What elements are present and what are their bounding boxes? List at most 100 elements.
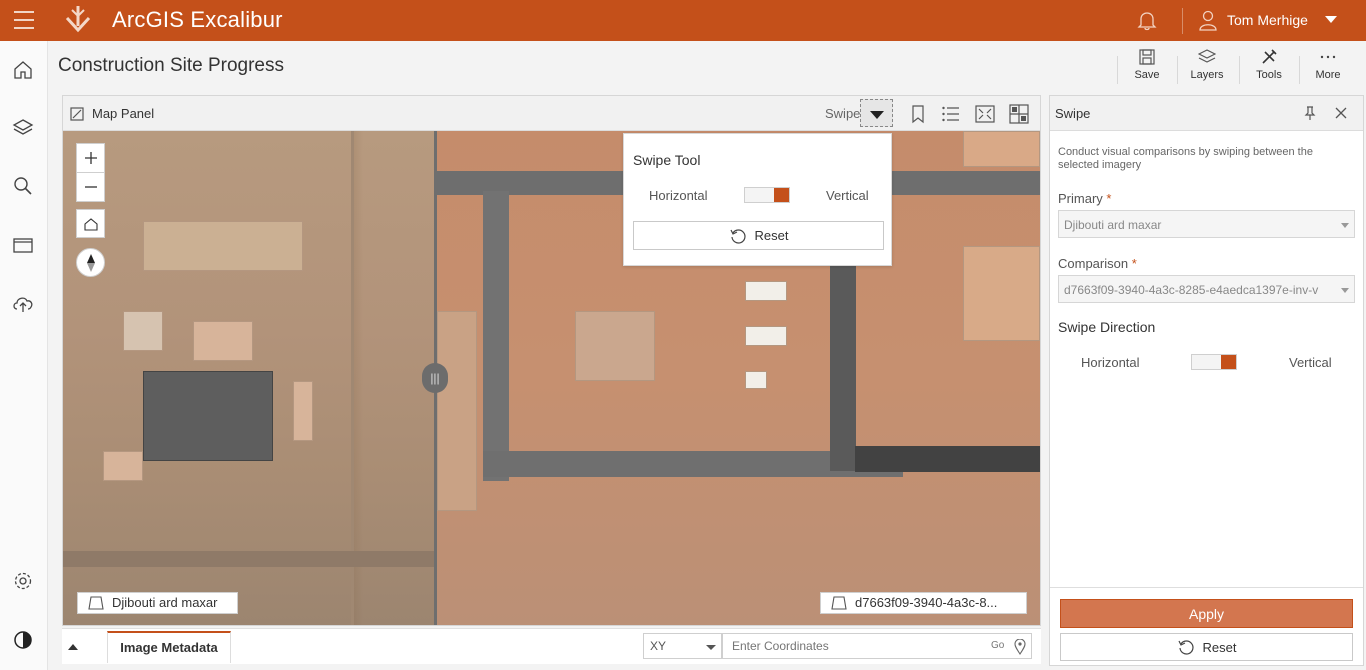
map-view[interactable]: ||| Djibouti ard maxar d7663f09-3940-4a3… [63,131,1040,625]
comparison-imagery-select[interactable]: d7663f09-3940-4a3c-8285-e4aedca1397e-inv… [1058,275,1355,303]
minus-icon [84,186,97,188]
footer-divider [1050,587,1363,588]
building [123,311,163,351]
tab-image-metadata[interactable]: Image Metadata [107,631,231,663]
tools-label: Tools [1256,69,1282,81]
swipe-direction-toggle[interactable] [744,187,790,203]
go-button[interactable]: Go [991,640,1004,651]
primary-label: Primary * [1058,191,1111,206]
vertical-label: Vertical [826,188,869,203]
grid-layout-icon[interactable] [1008,103,1030,125]
swipe-handle[interactable]: ||| [422,363,448,393]
more-button[interactable]: More [1300,48,1356,90]
swipe-mode-label: Swipe [825,106,861,121]
white-building [745,371,767,389]
building [293,381,313,441]
left-rail [0,41,48,670]
compass-button[interactable] [76,248,105,277]
fullscreen-icon[interactable] [974,103,996,125]
right-layer-label: d7663f09-3940-4a3c-8... [820,592,1027,614]
layers-button[interactable]: Layers [1179,48,1235,90]
save-button[interactable]: Save [1119,48,1175,90]
user-icon[interactable] [1198,9,1218,31]
required-mark: * [1106,191,1112,206]
upload-icon[interactable] [10,290,36,316]
bookmark-icon[interactable] [907,103,929,125]
contrast-icon[interactable] [10,627,36,653]
pin-icon[interactable] [1302,105,1318,121]
more-icon [1320,55,1336,59]
home-icon [83,217,98,231]
left-layer-label: Djibouti ard maxar [77,592,238,614]
gear-icon[interactable] [10,568,36,594]
coordinate-field: Go [722,633,1032,659]
more-label: More [1315,69,1341,81]
layers-label: Layers [1190,69,1224,81]
required-mark: * [1131,256,1137,271]
legend-list-icon[interactable] [940,103,962,125]
map-panel-icon [70,107,84,121]
page-title: Construction Site Progress [58,55,284,76]
toolbar-divider [1239,56,1240,84]
white-building [745,326,787,346]
side-reset-button[interactable]: Reset [1060,633,1353,661]
user-name[interactable]: Tom Merhige [1227,12,1308,28]
horizontal-label: Horizontal [649,188,708,203]
search-icon[interactable] [10,173,36,199]
zoom-out-button[interactable] [76,172,105,202]
swipe-tool-popup: Swipe Tool Horizontal Vertical Reset [623,133,892,266]
save-icon [1139,49,1155,65]
container-row [143,221,303,271]
map-panel: Map Panel Swipe ||| Djibouti ard maxar d… [62,95,1041,626]
top-bar: ArcGIS Excalibur Tom Merhige [0,0,1366,41]
reset-icon [1177,640,1194,655]
notification-bell-icon[interactable] [1136,9,1158,31]
app-logo [65,6,91,33]
home-icon[interactable] [10,57,36,83]
primary-label-text: Primary [1058,191,1103,206]
road-strip [63,551,435,567]
hamburger-menu-icon[interactable] [12,8,38,32]
home-view-button[interactable] [76,209,105,238]
material-stack [437,311,477,511]
swipe-mode-dropdown[interactable] [860,99,893,127]
coordinate-input[interactable] [723,634,973,658]
side-panel-title: Swipe [1055,106,1091,121]
swipe-side-panel: Swipe Conduct visual comparisons by swip… [1049,95,1364,666]
folder-icon[interactable] [10,232,36,258]
layers-icon[interactable] [10,115,36,141]
road [483,191,509,481]
layer-footprint-icon [88,596,104,610]
swipe-tool-reset-button[interactable]: Reset [633,221,884,250]
map-pin-icon[interactable] [1014,639,1026,655]
plus-icon [84,152,97,164]
primary-imagery-select[interactable]: Djibouti ard maxar [1058,210,1355,238]
right-layer-name: d7663f09-3940-4a3c-8... [855,595,998,610]
reset-icon [729,228,746,244]
swipe-tool-title: Swipe Tool [633,152,701,168]
swipe-direction-heading: Swipe Direction [1058,319,1156,335]
coordinate-system-select[interactable]: XY [643,633,722,659]
tools-icon [1262,49,1277,64]
side-panel-header: Swipe [1050,96,1363,131]
close-icon[interactable] [1334,106,1348,120]
side-swipe-direction-toggle[interactable] [1191,354,1237,370]
road [855,446,1040,472]
toolbar-divider [1177,56,1178,84]
user-menu-chevron-down-icon[interactable] [1325,16,1337,23]
toolbar-divider [1117,56,1118,84]
map-panel-title: Map Panel [92,106,155,121]
left-imagery [63,131,435,625]
reset-label: Reset [754,228,789,243]
apply-button[interactable]: Apply [1060,599,1353,628]
collapse-panel-icon[interactable] [68,644,78,650]
save-label: Save [1134,69,1160,81]
tools-button[interactable]: Tools [1241,48,1297,90]
zoom-in-button[interactable] [76,143,105,173]
comparison-label-text: Comparison [1058,256,1129,271]
header-divider [1182,8,1183,34]
hangar [963,131,1040,167]
bottom-bar: Image Metadata XY Go [62,628,1041,664]
horizontal-label: Horizontal [1081,355,1140,370]
comparison-label: Comparison * [1058,256,1137,271]
